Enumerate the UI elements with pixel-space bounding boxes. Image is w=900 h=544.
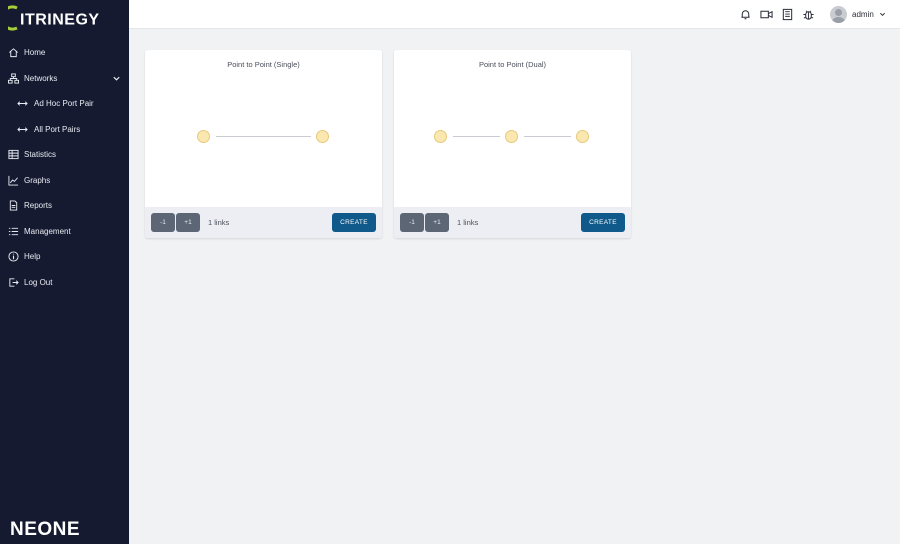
list-icon [8, 226, 19, 237]
sidebar-item-label: Graphs [24, 175, 51, 185]
sidebar-item-all-port-pairs[interactable]: All Port Pairs [0, 117, 129, 143]
sidebar-item-networks[interactable]: Networks [0, 66, 129, 92]
card-point-to-point-single: Point to Point (Single) -1 +1 1 links CR… [145, 50, 382, 238]
topology-node[interactable] [505, 130, 518, 143]
card-title: Point to Point (Single) [227, 60, 300, 69]
avatar-head [835, 9, 842, 16]
sidebar-item-graphs[interactable]: Graphs [0, 168, 129, 194]
sidebar-item-label: Log Out [24, 277, 53, 287]
increment-links-button[interactable]: +1 [176, 213, 200, 232]
sidebar-item-label: All Port Pairs [34, 124, 81, 134]
create-button[interactable]: CREATE [581, 213, 625, 232]
sidebar-item-logout[interactable]: Log Out [0, 270, 129, 296]
topology-node[interactable] [197, 130, 210, 143]
sidebar-item-label: Ad Hoc Port Pair [34, 99, 94, 109]
avatar-body [832, 17, 845, 23]
topology-node[interactable] [434, 130, 447, 143]
sidebar-item-label: Home [24, 48, 46, 58]
sidebar-item-help[interactable]: Help [0, 244, 129, 270]
sidebar-item-label: Statistics [24, 150, 57, 160]
decrement-links-button[interactable]: -1 [400, 213, 424, 232]
chevron-down-icon[interactable] [879, 11, 886, 18]
sidebar-item-label: Management [24, 226, 71, 236]
create-button[interactable]: CREATE [332, 213, 376, 232]
links-count: 1 links [208, 218, 230, 227]
document-icon [8, 200, 19, 211]
increment-links-button[interactable]: +1 [425, 213, 449, 232]
book-icon[interactable] [781, 8, 794, 21]
sidebar-item-label: Reports [24, 201, 53, 211]
sidebar-item-statistics[interactable]: Statistics [0, 142, 129, 168]
product-name: NEONE [10, 519, 80, 538]
links-count: 1 links [457, 218, 479, 227]
sidebar-item-home[interactable]: Home [0, 40, 129, 66]
brand-name: ITRINEGY [20, 12, 100, 29]
topology-node[interactable] [576, 130, 589, 143]
network-icon [8, 73, 19, 84]
logout-icon [8, 277, 19, 288]
sidebar-nav: Home Networks Ad Hoc Port Pair All Port … [0, 40, 129, 295]
home-icon [8, 47, 19, 58]
itrinegy-logo[interactable]: ITRINEGY [8, 5, 118, 31]
arrows-icon [17, 98, 28, 109]
chart-icon [8, 175, 19, 186]
sidebar-item-reports[interactable]: Reports [0, 193, 129, 219]
sidebar: ITRINEGY Home Networks Ad Hoc Port Pair [0, 0, 129, 544]
topology-link[interactable] [524, 136, 571, 137]
bug-icon[interactable] [802, 8, 815, 21]
video-icon[interactable] [760, 8, 773, 21]
sidebar-item-management[interactable]: Management [0, 219, 129, 245]
sidebar-item-ad-hoc-port-pair[interactable]: Ad Hoc Port Pair [0, 91, 129, 117]
sidebar-item-label: Help [24, 252, 41, 262]
topology-link[interactable] [216, 136, 311, 137]
user-name[interactable]: admin [852, 10, 874, 19]
card-title: Point to Point (Dual) [478, 60, 547, 69]
arrows-icon [17, 124, 28, 135]
avatar[interactable] [830, 6, 847, 23]
topology-link[interactable] [453, 136, 500, 137]
bell-icon[interactable] [739, 8, 752, 21]
info-icon [8, 251, 19, 262]
topology-node[interactable] [316, 130, 329, 143]
card-point-to-point-dual: Point to Point (Dual) -1 +1 1 links CREA… [394, 50, 631, 238]
decrement-links-button[interactable]: -1 [151, 213, 175, 232]
sidebar-item-label: Networks [24, 73, 58, 83]
topbar: admin [129, 0, 900, 29]
neone-logo: NEONE [10, 519, 80, 538]
table-icon [8, 149, 19, 160]
chevron-down-icon[interactable] [112, 74, 121, 83]
